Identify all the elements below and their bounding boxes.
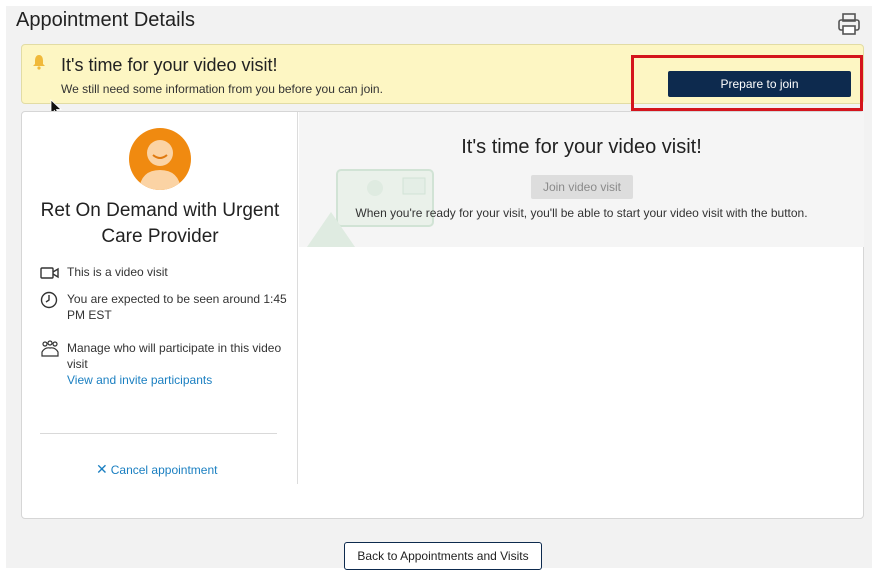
participants-icon	[41, 340, 59, 357]
clock-icon	[40, 291, 58, 309]
banner-subtitle: We still need some information from you …	[61, 82, 383, 96]
divider	[40, 433, 277, 434]
video-visit-title: It's time for your video visit!	[461, 136, 702, 158]
video-visit-panel: It's time for your video visit! Join vid…	[299, 112, 864, 247]
expected-time-text: You are expected to be seen around 1:45 …	[67, 292, 287, 322]
page-title: Appointment Details	[16, 9, 195, 31]
appointment-summary-panel: Ret On Demand with Urgent Care Provider …	[22, 112, 298, 484]
banner-title: It's time for your video visit!	[61, 55, 278, 75]
participants-text: Manage who will participate in this vide…	[67, 340, 297, 388]
provider-name: Ret On Demand with Urgent Care Provider	[40, 200, 280, 247]
video-call-illustration	[307, 169, 434, 247]
print-icon[interactable]	[836, 12, 862, 36]
close-icon: ✕	[96, 461, 108, 477]
avatar-icon	[129, 128, 191, 190]
back-to-appointments-button[interactable]: Back to Appointments and Visits	[344, 542, 542, 570]
appointment-card: Ret On Demand with Urgent Care Provider …	[21, 111, 864, 519]
cancel-appointment-link[interactable]: ✕ Cancel appointment	[96, 461, 217, 478]
participants-label: Manage who will participate in this vide…	[67, 341, 282, 371]
cancel-appointment-label: Cancel appointment	[110, 463, 218, 477]
video-camera-icon	[40, 267, 59, 279]
video-visit-text: This is a video visit	[67, 265, 168, 279]
join-video-visit-button[interactable]: Join video visit	[531, 175, 633, 199]
bell-icon	[33, 55, 45, 70]
prepare-to-join-button[interactable]: Prepare to join	[668, 71, 851, 97]
view-invite-participants-link[interactable]: View and invite participants	[67, 373, 212, 387]
video-visit-description: When you're ready for your visit, you'll…	[355, 206, 808, 220]
